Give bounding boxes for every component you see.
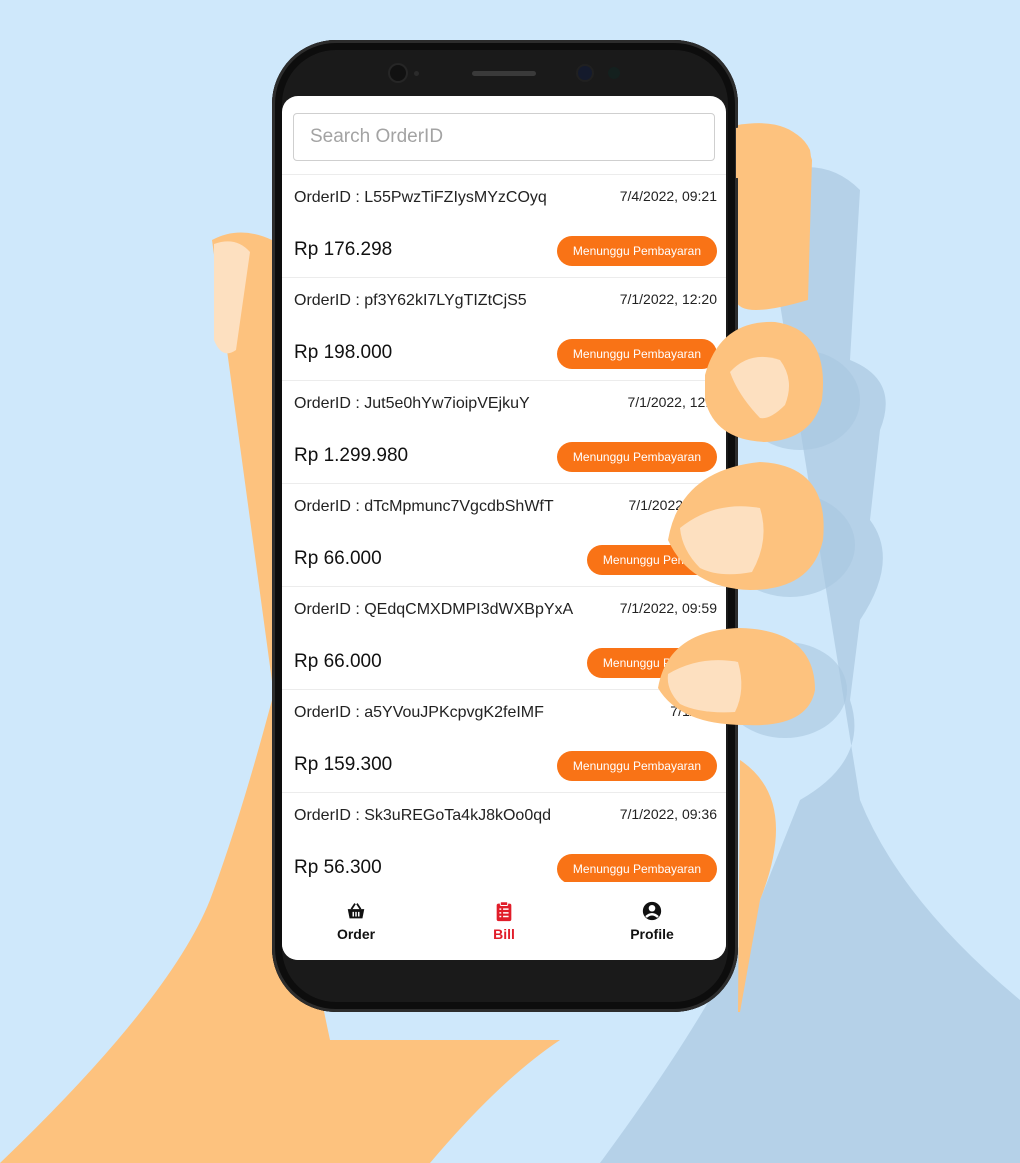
order-date: 7/1/202 — [670, 703, 717, 719]
list-item[interactable]: OrderID : Jut5e0hYw7ioipVEjkuY 7/1/2022,… — [282, 381, 726, 484]
order-list: OrderID : L55PwzTiFZIysMYzCOyq 7/4/2022,… — [282, 175, 726, 896]
order-amount: Rp 176.298 — [294, 239, 393, 260]
nav-label-bill: Bill — [493, 926, 515, 942]
order-id: OrderID : a5YVouJPKcpvgK2feIMF — [294, 704, 544, 721]
list-item[interactable]: OrderID : dTcMpmunc7VgcdbShWfT 7/1/2022,… — [282, 484, 726, 587]
list-item[interactable]: OrderID : QEdqCMXDMPI3dWXBpYxA 7/1/2022,… — [282, 587, 726, 690]
speaker-grill — [472, 71, 536, 76]
front-camera-icon — [390, 65, 406, 81]
nav-item-order[interactable]: Order — [282, 882, 430, 960]
list-item[interactable]: OrderID : a5YVouJPKcpvgK2feIMF 7/1/202 R… — [282, 690, 726, 793]
sensor-icon — [414, 71, 419, 76]
status-badge: Menunggu Pembayaran — [556, 339, 717, 369]
proximity-sensor-icon — [608, 67, 620, 79]
order-amount: Rp 66.000 — [294, 651, 382, 672]
order-id: OrderID : QEdqCMXDMPI3dWXBpYxA — [294, 601, 574, 618]
status-badge: Menunggu Pemba — [586, 545, 717, 575]
order-id: OrderID : L55PwzTiFZIysMYzCOyq — [294, 189, 547, 206]
clipboard-list-icon — [496, 901, 512, 922]
list-item[interactable]: OrderID : Sk3uREGoTa4kJ8kOo0qd 7/1/2022,… — [282, 793, 726, 896]
nav-item-profile[interactable]: Profile — [578, 882, 726, 960]
order-id: OrderID : Jut5e0hYw7ioipVEjkuY — [294, 395, 530, 412]
list-item[interactable]: OrderID : L55PwzTiFZIysMYzCOyq 7/4/2022,… — [282, 175, 726, 278]
search-bar — [282, 96, 726, 175]
order-amount: Rp 159.300 — [294, 754, 393, 775]
list-item[interactable]: OrderID : pf3Y62kI7LYgTIZtCjS5 7/1/2022,… — [282, 278, 726, 381]
nav-label-profile: Profile — [630, 926, 674, 942]
order-date: 7/1/2022, 09:36 — [619, 806, 717, 822]
basket-icon — [347, 903, 365, 919]
hand-palm — [736, 123, 812, 310]
search-input[interactable] — [293, 113, 715, 161]
order-id: OrderID : Sk3uREGoTa4kJ8kOo0qd — [294, 807, 552, 824]
status-badge: Menunggu Pembayaran — [556, 236, 717, 266]
order-amount: Rp 56.300 — [294, 857, 382, 878]
app-screen: OrderID : L55PwzTiFZIysMYzCOyq 7/4/2022,… — [282, 96, 726, 960]
order-amount: Rp 66.000 — [294, 548, 382, 569]
order-id: OrderID : pf3Y62kI7LYgTIZtCjS5 — [294, 292, 527, 309]
order-amount: Rp 198.000 — [294, 342, 393, 363]
nav-item-bill[interactable]: Bill — [430, 882, 578, 960]
status-badge: Menunggu Pembayaran — [556, 442, 717, 472]
order-date: 7/4/2022, 09:21 — [619, 188, 717, 204]
order-date: 7/1/2022, 09:59 — [619, 600, 717, 616]
status-badge: Menunggu Pembayaran — [556, 854, 717, 884]
user-circle-icon — [642, 901, 662, 921]
camera-lens-icon — [578, 66, 592, 80]
order-date: 7/1/2022, 12:20 — [619, 291, 717, 307]
order-amount: Rp 1.299.980 — [294, 445, 409, 466]
status-badge: Menunggu Pembayaran — [556, 751, 717, 781]
order-id: OrderID : dTcMpmunc7VgcdbShWfT — [294, 498, 554, 515]
order-date: 7/1/2022, 11:1 — [628, 497, 717, 513]
phone-frame: OrderID : L55PwzTiFZIysMYzCOyq 7/4/2022,… — [272, 40, 738, 1012]
nav-label-order: Order — [336, 926, 376, 942]
order-date: 7/1/2022, 12:2 — [627, 394, 717, 410]
status-badge: Menunggu Pemba — [586, 648, 717, 678]
bottom-nav: Order Bill Profile — [282, 882, 726, 960]
